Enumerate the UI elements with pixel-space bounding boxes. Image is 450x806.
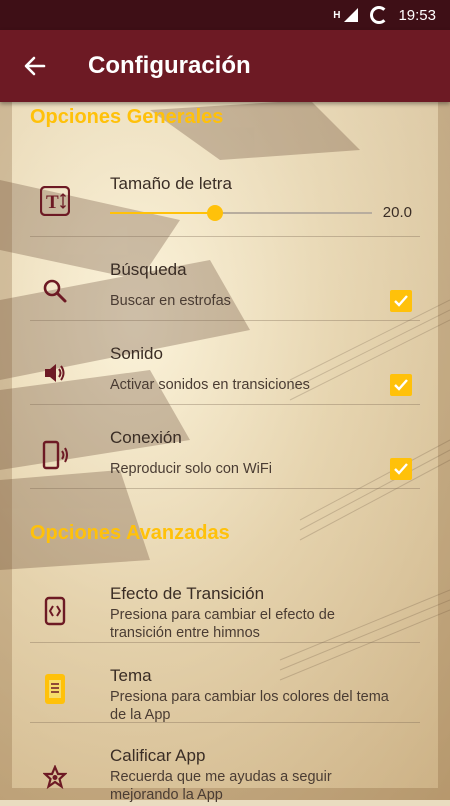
slider-thumb[interactable] [206, 205, 223, 221]
battery-icon [370, 6, 389, 24]
svg-text:T: T [46, 192, 59, 213]
theme-icon [38, 672, 72, 706]
pref-search[interactable]: Búsqueda Buscar en estrofas [30, 236, 420, 321]
font-size-slider[interactable] [110, 205, 372, 221]
sound-checkbox[interactable] [390, 374, 412, 396]
pref-title: Conexión [110, 428, 182, 447]
section-advanced-title: Opciones Avanzadas [30, 522, 230, 544]
settings-list: Opciones Generales T Tamaño de letra 20.… [0, 102, 450, 803]
pref-title: Sonido [110, 344, 163, 363]
pref-summary: Buscar en estrofas [110, 293, 231, 309]
pref-transition[interactable]: Efecto de Transición Presiona para cambi… [30, 568, 420, 643]
pref-font-size[interactable]: T Tamaño de letra 20.0 [30, 152, 420, 237]
pref-summary: Activar sonidos en transiciones [110, 377, 310, 393]
section-general-title: Opciones Generales [30, 106, 224, 128]
pref-theme[interactable]: Tema Presiona para cambiar los colores d… [30, 642, 420, 723]
pref-summary: Reproducir solo con WiFi [110, 461, 272, 477]
star-icon [38, 760, 72, 794]
pref-summary: Recuerda que me ayudas a seguir mejorand… [110, 769, 332, 803]
phone-wifi-icon [38, 438, 72, 472]
status-time: 19:53 [398, 6, 436, 24]
pref-title: Calificar App [110, 746, 206, 765]
volume-icon [38, 356, 72, 390]
pref-summary: Presiona para cambiar los colores del te… [110, 689, 389, 723]
wifi-checkbox[interactable] [390, 458, 412, 480]
transition-icon [38, 594, 72, 628]
text-size-icon: T [38, 184, 72, 218]
back-button[interactable] [20, 51, 50, 81]
slider-value: 20.0 [382, 204, 412, 221]
signal-strength-icon [342, 6, 360, 24]
pref-sound[interactable]: Sonido Activar sonidos en transiciones [30, 320, 420, 405]
slider-fill [110, 212, 215, 214]
status-bar: H 19:53 [0, 0, 450, 30]
pref-title: Efecto de Transición [110, 584, 265, 603]
search-checkbox[interactable] [390, 290, 412, 312]
page-title: Configuración [88, 52, 251, 79]
signal-icon: H [333, 9, 341, 21]
pref-summary: Presiona para cambiar el efecto de trans… [110, 607, 335, 641]
app-bar: Configuración [0, 30, 450, 102]
pref-rate[interactable]: Calificar App Recuerda que me ayudas a s… [30, 722, 420, 806]
pref-connection[interactable]: Conexión Reproducir solo con WiFi [30, 404, 420, 489]
pref-title: Tamaño de letra [110, 174, 232, 193]
pref-title: Tema [110, 666, 152, 685]
search-icon [38, 274, 72, 308]
pref-title: Búsqueda [110, 260, 187, 279]
arrow-back-icon [24, 56, 46, 76]
